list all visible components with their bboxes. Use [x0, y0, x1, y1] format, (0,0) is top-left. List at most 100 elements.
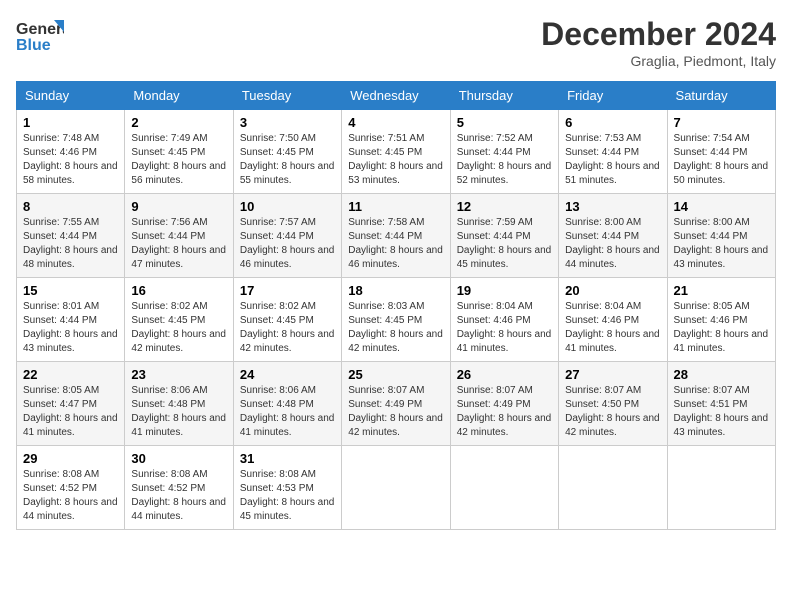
day-info: Sunrise: 8:00 AM Sunset: 4:44 PM Dayligh…: [565, 216, 660, 272]
day-number: 29: [23, 451, 118, 466]
day-info: Sunrise: 7:59 AM Sunset: 4:44 PM Dayligh…: [457, 216, 552, 272]
day-number: 13: [565, 199, 660, 214]
calendar-cell: 24 Sunrise: 8:06 AM Sunset: 4:48 PM Dayl…: [233, 362, 341, 446]
day-number: 12: [457, 199, 552, 214]
col-header-wednesday: Wednesday: [342, 82, 450, 110]
calendar-cell: 15 Sunrise: 8:01 AM Sunset: 4:44 PM Dayl…: [17, 278, 125, 362]
day-number: 6: [565, 115, 660, 130]
day-number: 24: [240, 367, 335, 382]
day-number: 16: [131, 283, 226, 298]
day-info: Sunrise: 7:58 AM Sunset: 4:44 PM Dayligh…: [348, 216, 443, 272]
calendar-cell: 22 Sunrise: 8:05 AM Sunset: 4:47 PM Dayl…: [17, 362, 125, 446]
day-number: 3: [240, 115, 335, 130]
day-info: Sunrise: 8:08 AM Sunset: 4:52 PM Dayligh…: [131, 468, 226, 524]
col-header-tuesday: Tuesday: [233, 82, 341, 110]
day-number: 30: [131, 451, 226, 466]
calendar-cell: 7 Sunrise: 7:54 AM Sunset: 4:44 PM Dayli…: [667, 110, 775, 194]
col-header-monday: Monday: [125, 82, 233, 110]
day-number: 8: [23, 199, 118, 214]
calendar-cell: 6 Sunrise: 7:53 AM Sunset: 4:44 PM Dayli…: [559, 110, 667, 194]
col-header-thursday: Thursday: [450, 82, 558, 110]
day-number: 23: [131, 367, 226, 382]
calendar-cell: 14 Sunrise: 8:00 AM Sunset: 4:44 PM Dayl…: [667, 194, 775, 278]
day-info: Sunrise: 8:08 AM Sunset: 4:52 PM Dayligh…: [23, 468, 118, 524]
day-info: Sunrise: 7:57 AM Sunset: 4:44 PM Dayligh…: [240, 216, 335, 272]
day-number: 1: [23, 115, 118, 130]
day-info: Sunrise: 8:05 AM Sunset: 4:47 PM Dayligh…: [23, 384, 118, 440]
day-number: 4: [348, 115, 443, 130]
day-number: 25: [348, 367, 443, 382]
calendar-cell: 3 Sunrise: 7:50 AM Sunset: 4:45 PM Dayli…: [233, 110, 341, 194]
day-number: 9: [131, 199, 226, 214]
calendar-cell: 20 Sunrise: 8:04 AM Sunset: 4:46 PM Dayl…: [559, 278, 667, 362]
day-number: 11: [348, 199, 443, 214]
calendar-week-row: 29 Sunrise: 8:08 AM Sunset: 4:52 PM Dayl…: [17, 446, 776, 530]
col-header-sunday: Sunday: [17, 82, 125, 110]
day-number: 27: [565, 367, 660, 382]
day-info: Sunrise: 8:00 AM Sunset: 4:44 PM Dayligh…: [674, 216, 769, 272]
calendar-cell: 17 Sunrise: 8:02 AM Sunset: 4:45 PM Dayl…: [233, 278, 341, 362]
day-info: Sunrise: 8:07 AM Sunset: 4:51 PM Dayligh…: [674, 384, 769, 440]
svg-text:General: General: [16, 21, 64, 38]
day-info: Sunrise: 7:54 AM Sunset: 4:44 PM Dayligh…: [674, 132, 769, 188]
title-block: December 2024 Graglia, Piedmont, Italy: [541, 16, 776, 69]
day-info: Sunrise: 8:07 AM Sunset: 4:50 PM Dayligh…: [565, 384, 660, 440]
calendar-cell: 18 Sunrise: 8:03 AM Sunset: 4:45 PM Dayl…: [342, 278, 450, 362]
col-header-saturday: Saturday: [667, 82, 775, 110]
calendar-cell: 28 Sunrise: 8:07 AM Sunset: 4:51 PM Dayl…: [667, 362, 775, 446]
day-info: Sunrise: 8:07 AM Sunset: 4:49 PM Dayligh…: [457, 384, 552, 440]
calendar-cell: 16 Sunrise: 8:02 AM Sunset: 4:45 PM Dayl…: [125, 278, 233, 362]
day-info: Sunrise: 7:52 AM Sunset: 4:44 PM Dayligh…: [457, 132, 552, 188]
day-number: 14: [674, 199, 769, 214]
calendar-cell: 13 Sunrise: 8:00 AM Sunset: 4:44 PM Dayl…: [559, 194, 667, 278]
calendar-cell: 31 Sunrise: 8:08 AM Sunset: 4:53 PM Dayl…: [233, 446, 341, 530]
day-number: 28: [674, 367, 769, 382]
day-number: 7: [674, 115, 769, 130]
day-info: Sunrise: 7:48 AM Sunset: 4:46 PM Dayligh…: [23, 132, 118, 188]
calendar-cell: 12 Sunrise: 7:59 AM Sunset: 4:44 PM Dayl…: [450, 194, 558, 278]
calendar-table: SundayMondayTuesdayWednesdayThursdayFrid…: [16, 81, 776, 530]
page-header: General Blue December 2024 Graglia, Pied…: [16, 16, 776, 69]
calendar-cell: 21 Sunrise: 8:05 AM Sunset: 4:46 PM Dayl…: [667, 278, 775, 362]
calendar-cell: 19 Sunrise: 8:04 AM Sunset: 4:46 PM Dayl…: [450, 278, 558, 362]
location-subtitle: Graglia, Piedmont, Italy: [541, 53, 776, 69]
calendar-cell: 1 Sunrise: 7:48 AM Sunset: 4:46 PM Dayli…: [17, 110, 125, 194]
day-info: Sunrise: 7:50 AM Sunset: 4:45 PM Dayligh…: [240, 132, 335, 188]
day-number: 17: [240, 283, 335, 298]
calendar-cell: 11 Sunrise: 7:58 AM Sunset: 4:44 PM Dayl…: [342, 194, 450, 278]
month-title: December 2024: [541, 16, 776, 53]
calendar-cell: [667, 446, 775, 530]
calendar-header-row: SundayMondayTuesdayWednesdayThursdayFrid…: [17, 82, 776, 110]
calendar-cell: 10 Sunrise: 7:57 AM Sunset: 4:44 PM Dayl…: [233, 194, 341, 278]
day-number: 10: [240, 199, 335, 214]
calendar-week-row: 22 Sunrise: 8:05 AM Sunset: 4:47 PM Dayl…: [17, 362, 776, 446]
calendar-week-row: 1 Sunrise: 7:48 AM Sunset: 4:46 PM Dayli…: [17, 110, 776, 194]
calendar-week-row: 8 Sunrise: 7:55 AM Sunset: 4:44 PM Dayli…: [17, 194, 776, 278]
svg-text:Blue: Blue: [16, 37, 51, 54]
day-number: 26: [457, 367, 552, 382]
calendar-cell: 26 Sunrise: 8:07 AM Sunset: 4:49 PM Dayl…: [450, 362, 558, 446]
day-info: Sunrise: 8:08 AM Sunset: 4:53 PM Dayligh…: [240, 468, 335, 524]
calendar-cell: [559, 446, 667, 530]
calendar-cell: 8 Sunrise: 7:55 AM Sunset: 4:44 PM Dayli…: [17, 194, 125, 278]
logo: General Blue: [16, 16, 64, 61]
day-number: 21: [674, 283, 769, 298]
day-number: 19: [457, 283, 552, 298]
calendar-cell: 30 Sunrise: 8:08 AM Sunset: 4:52 PM Dayl…: [125, 446, 233, 530]
day-number: 15: [23, 283, 118, 298]
day-info: Sunrise: 8:02 AM Sunset: 4:45 PM Dayligh…: [131, 300, 226, 356]
calendar-cell: 29 Sunrise: 8:08 AM Sunset: 4:52 PM Dayl…: [17, 446, 125, 530]
day-info: Sunrise: 8:06 AM Sunset: 4:48 PM Dayligh…: [131, 384, 226, 440]
day-info: Sunrise: 8:02 AM Sunset: 4:45 PM Dayligh…: [240, 300, 335, 356]
calendar-week-row: 15 Sunrise: 8:01 AM Sunset: 4:44 PM Dayl…: [17, 278, 776, 362]
day-number: 2: [131, 115, 226, 130]
day-number: 5: [457, 115, 552, 130]
day-info: Sunrise: 8:06 AM Sunset: 4:48 PM Dayligh…: [240, 384, 335, 440]
calendar-cell: 9 Sunrise: 7:56 AM Sunset: 4:44 PM Dayli…: [125, 194, 233, 278]
day-info: Sunrise: 7:51 AM Sunset: 4:45 PM Dayligh…: [348, 132, 443, 188]
day-info: Sunrise: 8:04 AM Sunset: 4:46 PM Dayligh…: [565, 300, 660, 356]
day-info: Sunrise: 8:03 AM Sunset: 4:45 PM Dayligh…: [348, 300, 443, 356]
calendar-cell: 2 Sunrise: 7:49 AM Sunset: 4:45 PM Dayli…: [125, 110, 233, 194]
day-info: Sunrise: 7:56 AM Sunset: 4:44 PM Dayligh…: [131, 216, 226, 272]
day-info: Sunrise: 7:55 AM Sunset: 4:44 PM Dayligh…: [23, 216, 118, 272]
